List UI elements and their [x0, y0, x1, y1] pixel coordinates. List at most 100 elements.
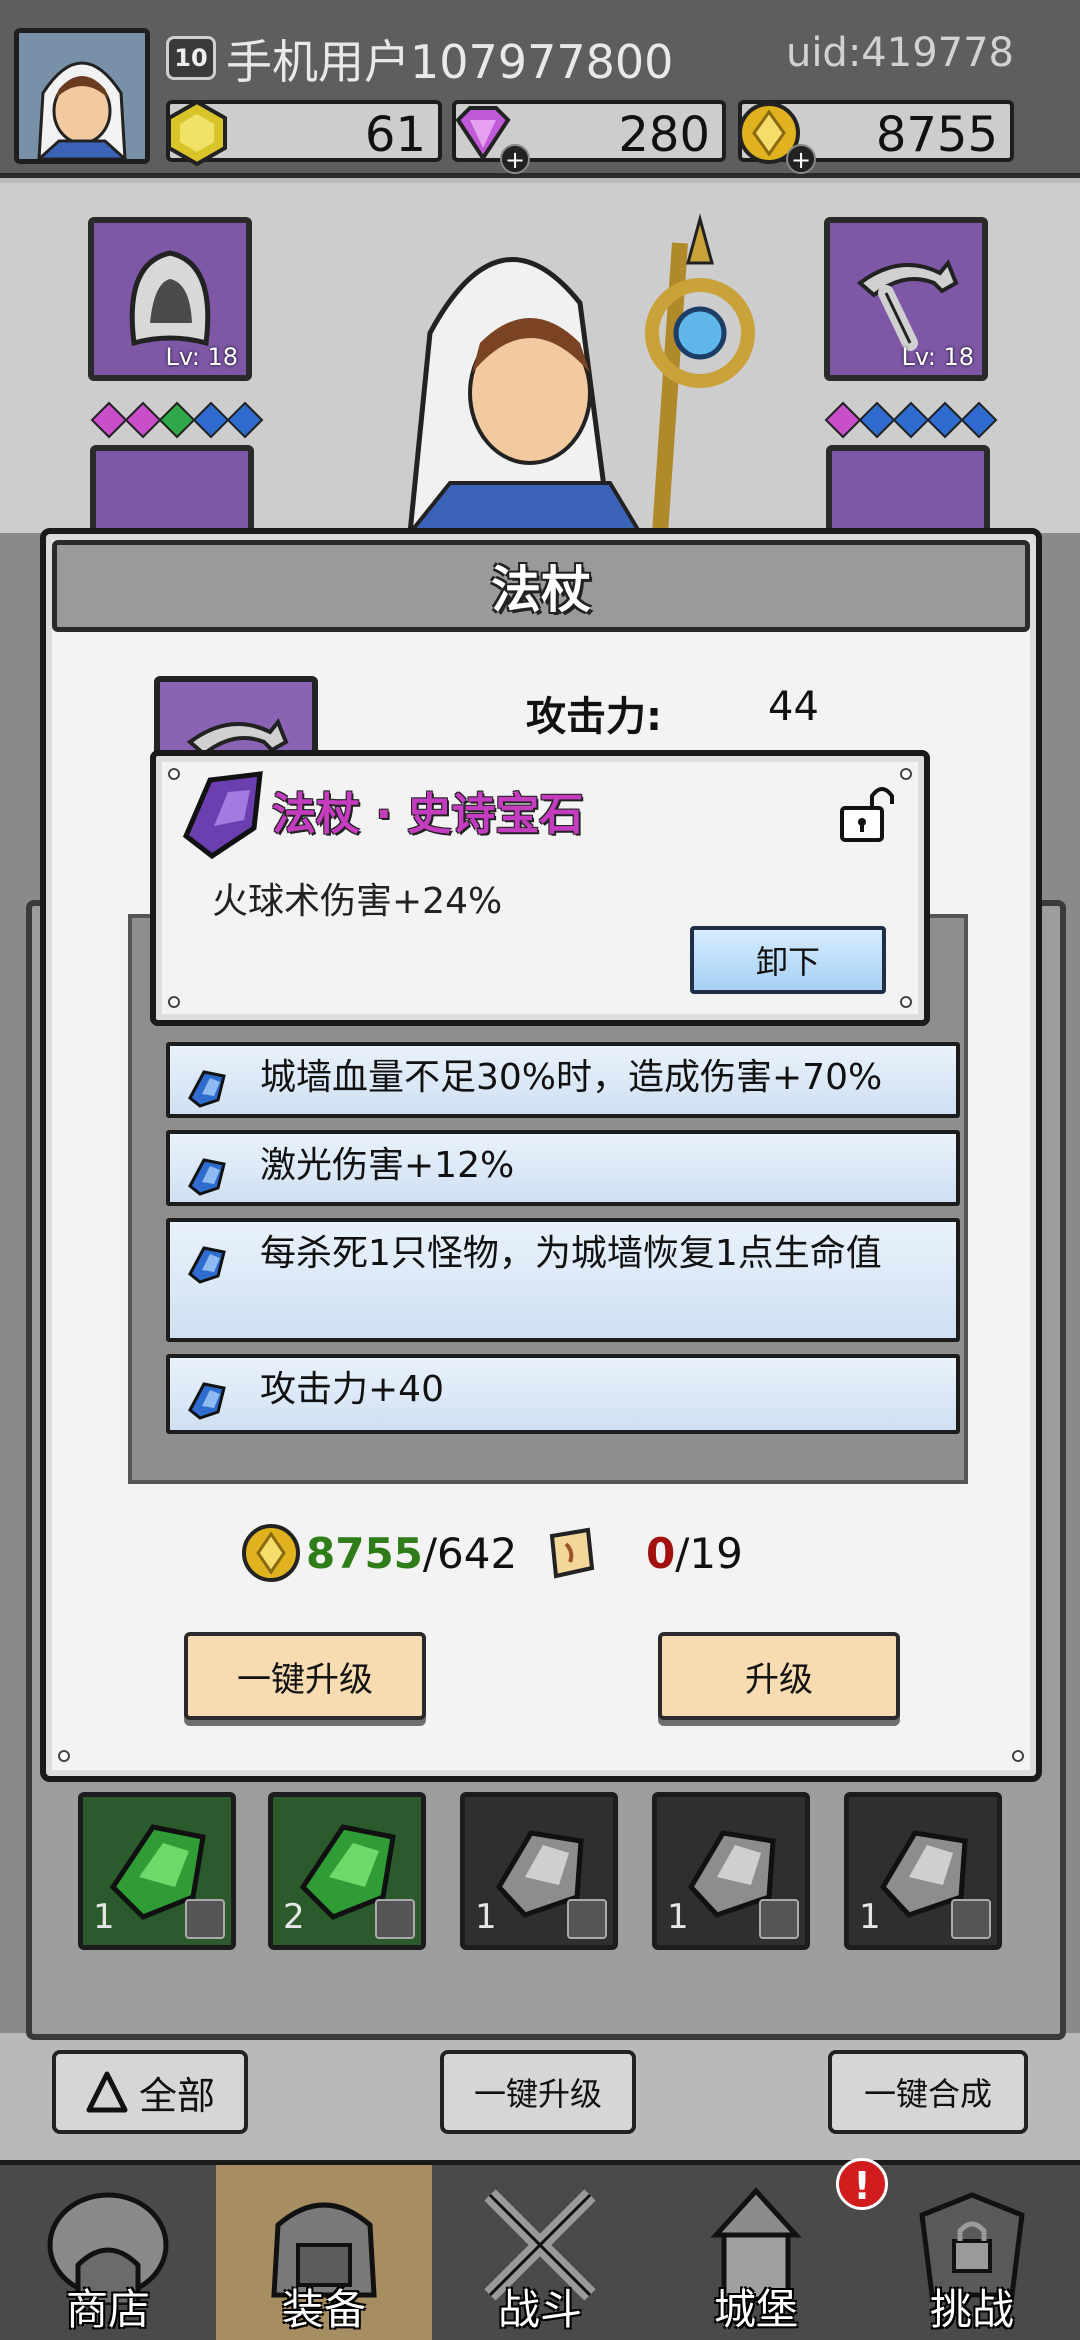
triangle-filter-icon — [86, 2071, 128, 2113]
attribute-text: 攻击力+40 — [260, 1369, 444, 1410]
gem-title: 法杖 · 史诗宝石 — [272, 789, 584, 840]
inventory-item[interactable]: 1 — [652, 1792, 810, 1950]
item-count: 1 — [475, 1897, 497, 1937]
attribute-row: 城墙血量不足30%时，造成伤害+70% — [166, 1042, 960, 1118]
upgrade-button[interactable]: 升级 — [658, 1632, 900, 1720]
attack-stat-value: 44 — [768, 684, 819, 730]
gem-slot-icon — [90, 401, 128, 439]
add-coin-button[interactable]: + — [786, 144, 816, 174]
scroll-required: /19 — [675, 1528, 743, 1578]
upgrade-all-button[interactable]: 一键升级 — [184, 1632, 426, 1720]
corner-rivet-icon — [168, 768, 180, 780]
tab-challenge-label: 挑战 — [929, 2285, 1014, 2334]
inventory-item[interactable]: 2 — [268, 1792, 426, 1950]
weapon-level: Lv: 18 — [901, 343, 974, 371]
stone-type-icon — [951, 1899, 991, 1939]
hero-mage-illustration-icon — [407, 213, 755, 533]
hooded-mage-portrait-icon — [19, 33, 145, 159]
helmet-level: Lv: 18 — [165, 343, 238, 371]
attribute-row: 激光伤害+12% — [166, 1130, 960, 1206]
tab-shop[interactable]: 商店 — [0, 2165, 216, 2340]
gem-slot-icon — [158, 401, 196, 439]
gold-coin-icon — [242, 1524, 300, 1582]
blue-gem-bullet-icon — [188, 1382, 226, 1420]
tab-shop-label: 商店 — [65, 2285, 150, 2334]
gem-slot-icon — [824, 401, 862, 439]
coin-cost: 8755 /642 — [240, 1522, 517, 1584]
unequip-button[interactable]: 卸下 — [690, 926, 886, 994]
corner-rivet-icon — [900, 768, 912, 780]
item-count: 1 — [93, 1897, 115, 1937]
gem-slot-icon — [226, 401, 264, 439]
diamond-value: 280 — [618, 107, 710, 163]
equip-slot-weapon[interactable]: Lv: 18 — [824, 217, 988, 381]
attribute-text: 城墙血量不足30%时，造成伤害+70% — [260, 1057, 883, 1098]
add-diamond-button[interactable]: + — [500, 144, 530, 174]
tab-castle-label: 城堡 — [713, 2285, 798, 2334]
scroll-cost: 0 /19 — [540, 1522, 743, 1584]
stone-type-icon — [567, 1899, 607, 1939]
gem-slot-icon — [960, 401, 998, 439]
attribute-text: 每杀死1只怪物，为城墙恢复1点生命值 — [260, 1233, 882, 1274]
gem-slot-icon — [892, 401, 930, 439]
inventory-item[interactable]: 1 — [844, 1792, 1002, 1950]
user-id: uid:419778 — [785, 30, 1014, 76]
corner-rivet-icon — [1012, 1750, 1024, 1762]
corner-rivet-icon — [900, 996, 912, 1008]
merge-all-button[interactable]: 一键合成 — [828, 2050, 1028, 2134]
tab-challenge[interactable]: 挑战 — [864, 2165, 1080, 2340]
gem-description: 火球术伤害+24% — [212, 881, 503, 922]
purple-epic-gem-icon — [182, 771, 263, 860]
equip-slot-helmet[interactable]: Lv: 18 — [88, 217, 252, 381]
corner-rivet-icon — [168, 996, 180, 1008]
item-count: 1 — [859, 1897, 881, 1937]
dialog-title: 法杖 — [52, 540, 1030, 632]
weapon-gem-row — [824, 401, 998, 439]
attribute-row: 每杀死1只怪物，为城墙恢复1点生命值 — [166, 1218, 960, 1342]
tab-battle[interactable]: 战斗 — [432, 2165, 648, 2340]
blue-gem-bullet-icon — [188, 1246, 226, 1284]
gem-detail-popup: 法杖 · 史诗宝石 火球术伤害+24% 卸下 — [150, 750, 930, 1026]
filter-all-button[interactable]: 全部 — [52, 2050, 248, 2134]
tab-battle-label: 战斗 — [497, 2285, 582, 2334]
coin-required: /642 — [422, 1528, 518, 1578]
filter-all-label: 全部 — [138, 2073, 215, 2118]
inventory-item[interactable]: 1 — [460, 1792, 618, 1950]
weapon-detail-dialog: 法杖 攻击力: 44 城墙血量不足30%时，造成伤害+70% 激光伤害+12% … — [40, 528, 1042, 1782]
gold-gem-counter: 61 — [166, 99, 442, 167]
helmet-gem-row — [90, 401, 264, 439]
gold-gem-value: 61 — [364, 107, 426, 163]
amulet-type-icon — [375, 1899, 415, 1939]
gem-slot-icon — [124, 401, 162, 439]
gold-hexagon-gem-icon — [167, 99, 227, 167]
username: 手机用户107977800 — [226, 35, 674, 89]
coin-value: 8755 — [875, 107, 998, 163]
player-avatar[interactable] — [14, 28, 150, 164]
coin-owned: 8755 — [306, 1528, 423, 1578]
hero-equipment-area: Lv: 18 Lv: 18 — [0, 183, 1080, 545]
item-count: 2 — [283, 1897, 305, 1937]
coin-counter: 8755 + — [738, 100, 1014, 174]
scroll-owned: 0 — [646, 1528, 676, 1578]
tab-castle[interactable]: 城堡 — [648, 2165, 864, 2340]
gem-slot-icon — [926, 401, 964, 439]
amulet-type-icon — [185, 1899, 225, 1939]
bottom-tab-bar: 商店 装备 战斗 城堡 挑战 — [0, 2160, 1080, 2340]
player-level-badge: 10 — [166, 36, 216, 80]
attribute-row: 攻击力+40 — [166, 1354, 960, 1434]
stone-type-icon — [759, 1899, 799, 1939]
attribute-text: 激光伤害+12% — [260, 1145, 515, 1186]
upgrade-all-inventory-button[interactable]: 一键升级 — [440, 2050, 636, 2134]
top-bar: 10 手机用户107977800 uid:419778 61 280 + 875… — [0, 0, 1080, 178]
item-count: 1 — [667, 1897, 689, 1937]
diamond-counter: 280 + — [452, 100, 726, 174]
unlocked-padlock-icon[interactable] — [834, 778, 902, 846]
tab-equipment[interactable]: 装备 — [216, 2165, 432, 2340]
gem-slot-icon — [192, 401, 230, 439]
tab-equipment-label: 装备 — [281, 2285, 366, 2334]
blue-gem-bullet-icon — [188, 1070, 226, 1108]
scroll-icon — [549, 1527, 595, 1579]
inventory-item[interactable]: 1 — [78, 1792, 236, 1950]
corner-rivet-icon — [58, 1750, 70, 1762]
gem-slot-icon — [858, 401, 896, 439]
